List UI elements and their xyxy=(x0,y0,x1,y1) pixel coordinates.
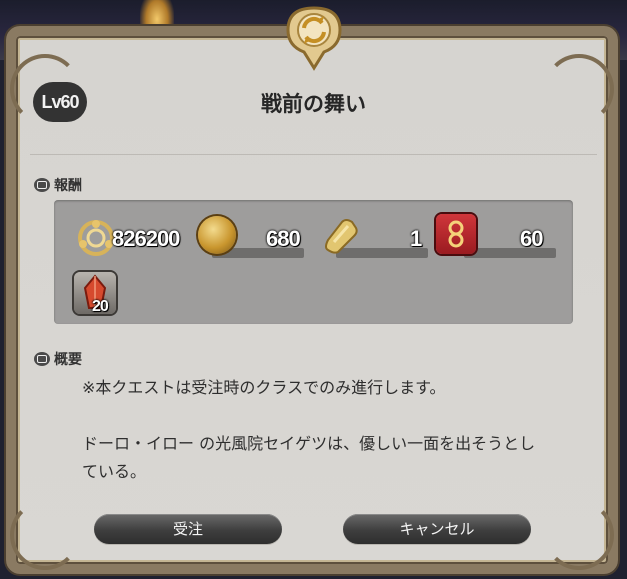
rewards-section-icon xyxy=(34,178,50,192)
frame-ornament-bottom-right xyxy=(544,500,614,570)
repeatable-quest-emblem-icon xyxy=(282,2,346,72)
overview-line-3: ている。 xyxy=(82,462,147,481)
gold-ingot-icon xyxy=(320,218,360,256)
gil-amount: 826200 xyxy=(112,226,180,251)
crystal-amount: 20 xyxy=(92,298,109,315)
item-amount: 1 xyxy=(410,226,422,251)
cancel-button[interactable]: キャンセル xyxy=(343,514,531,544)
overview-line-2: ドーロ・イロー の光風院セイゲツは、優しい一面を出そうとし xyxy=(82,434,536,453)
accept-quest-button[interactable]: 受注 xyxy=(94,514,282,544)
overview-line-1: ※本クエストは受注時のクラスでのみ進行します。 xyxy=(82,378,446,397)
allied-seal-amount: 680 xyxy=(266,226,301,251)
overview-section-icon xyxy=(34,352,50,366)
rewards-section-label: 報酬 xyxy=(54,178,82,194)
quest-title: 戦前の舞い xyxy=(261,92,366,116)
title-divider xyxy=(30,154,597,155)
frame-ornament-bottom-left xyxy=(10,500,80,570)
tomestone-icon xyxy=(436,214,476,254)
overview-section-label: 概要 xyxy=(54,352,82,368)
quest-overview-text: ※本クエストは受注時のクラスでのみ進行します。 ドーロ・イロー の光風院セイゲツ… xyxy=(82,374,582,486)
tomestone-amount: 60 xyxy=(520,226,544,251)
rewards-panel: 826200 680 1 60 20 xyxy=(54,200,573,324)
allied-seal-icon xyxy=(198,216,236,254)
